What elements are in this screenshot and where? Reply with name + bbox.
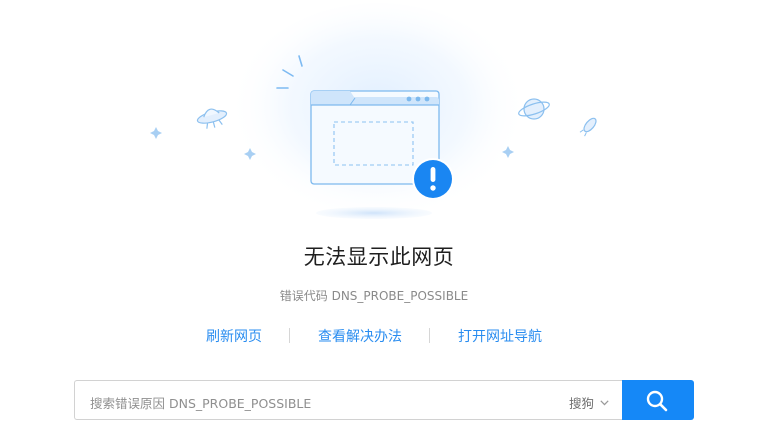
search-placeholder: 搜索错误原因 DNS_PROBE_POSSIBLE bbox=[90, 396, 312, 411]
search-input[interactable]: 搜索错误原因 DNS_PROBE_POSSIBLE 搜狗 bbox=[74, 380, 623, 420]
error-illustration bbox=[150, 3, 597, 230]
chevron-down-icon bbox=[600, 394, 609, 409]
error-page: 无法显示此网页 错误代码 DNS_PROBE_POSSIBLE 刷新网页 查看解… bbox=[0, 0, 758, 441]
link-divider bbox=[289, 328, 290, 343]
ground-shadow bbox=[316, 207, 432, 219]
refresh-page-link[interactable]: 刷新网页 bbox=[206, 326, 262, 346]
ufo-icon bbox=[196, 108, 228, 129]
page-title: 无法显示此网页 bbox=[303, 245, 455, 269]
search-engine-select[interactable]: 搜狗 bbox=[569, 393, 609, 412]
warning-icon bbox=[412, 158, 454, 200]
open-navigation-link[interactable]: 打开网址导航 bbox=[458, 326, 542, 346]
error-code-label: 错误代码 DNS_PROBE_POSSIBLE bbox=[279, 289, 469, 303]
action-links: 刷新网页 查看解决办法 打开网址导航 bbox=[0, 326, 758, 348]
rocket-icon bbox=[579, 117, 597, 137]
search-button[interactable] bbox=[622, 380, 694, 420]
link-divider bbox=[429, 328, 430, 343]
search-icon bbox=[646, 390, 668, 412]
search-bar: 搜索错误原因 DNS_PROBE_POSSIBLE 搜狗 bbox=[74, 380, 694, 420]
search-engine-label: 搜狗 bbox=[568, 396, 594, 411]
view-solutions-link[interactable]: 查看解决办法 bbox=[318, 326, 402, 346]
